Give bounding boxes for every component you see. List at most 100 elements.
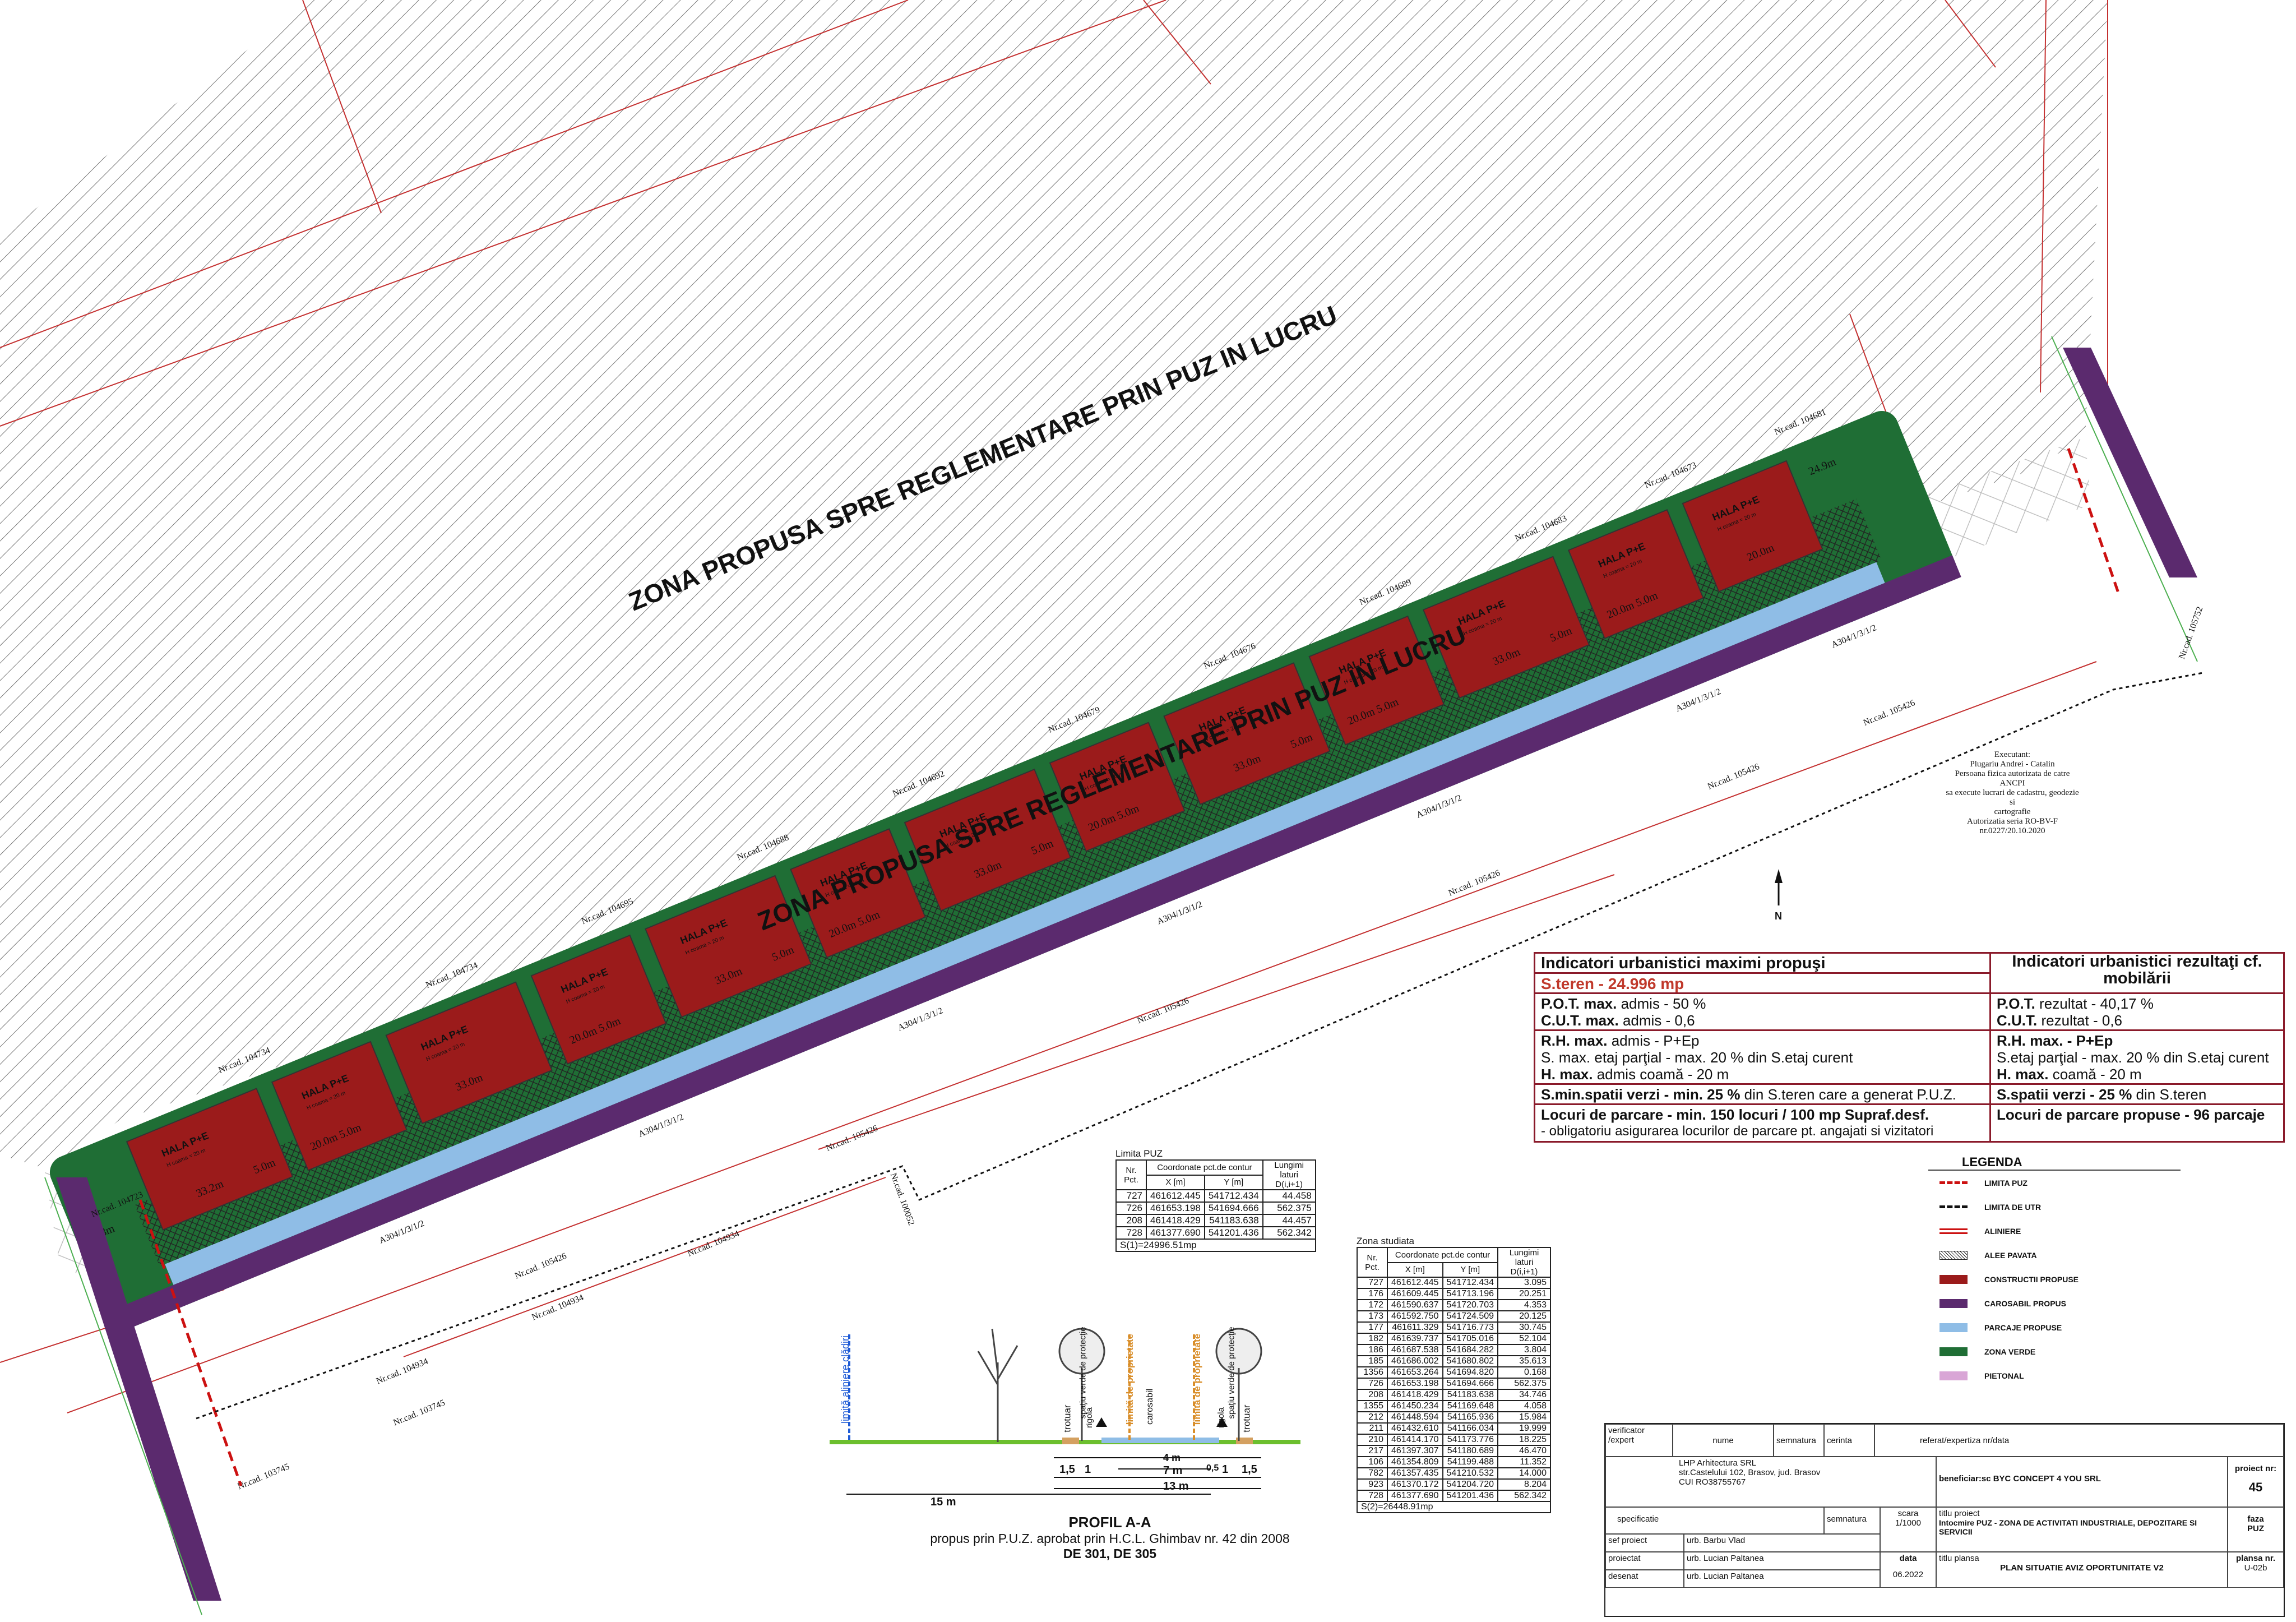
cell: 541169.648 [1442, 1400, 1499, 1412]
carosabil-swatch [1939, 1298, 1968, 1308]
cell: 461592.750 [1387, 1310, 1443, 1323]
cell: 541204.720 [1442, 1478, 1499, 1491]
tb-faza: faza PUZ [2228, 1507, 2284, 1552]
coord-table-zona: Nr. Pct. Coordonate pct.de contur Lungim… [1356, 1247, 1552, 1513]
cut-result-value: rezultat - 0,6 [2037, 1012, 2122, 1029]
verzi-result-label: S.spatii verzi - 25 % [1997, 1086, 2132, 1103]
surveyor-note: Executant: Plugariu Andrei - Catalin Per… [1945, 750, 2080, 836]
cell: 562.375 [1497, 1378, 1552, 1390]
cad-label: Nr.cad. 105426 [513, 1251, 568, 1281]
legend-label: CONSTRUCTII PROPUSE [1984, 1274, 2079, 1284]
limita-utr-swatch [1939, 1205, 1968, 1208]
col-len: Lungimi laturi D(i,i+1) [1262, 1159, 1316, 1190]
profile-trotuar-label: trotuar [1062, 1404, 1073, 1432]
cell: 186 [1357, 1344, 1388, 1356]
cell: 208 [1115, 1214, 1147, 1227]
setaj-row: S. max. etaj parţial - max. 20 % din S.e… [1541, 1049, 1853, 1066]
cell: 541694.666 [1442, 1378, 1499, 1390]
cell: 210 [1357, 1434, 1388, 1446]
note-line: sa execute lucrari de cadastru, geodezie… [1946, 788, 2079, 807]
profile-title: PROFIL A-A [1068, 1514, 1151, 1531]
cell: 461653.198 [1146, 1202, 1205, 1215]
h-value: admis coamă - 20 m [1593, 1066, 1729, 1083]
tb-proiect-nr-label: proiect nr: [2234, 1464, 2277, 1473]
dim-15m: 15 m [931, 1496, 956, 1508]
tb-semnatura: semnatura [1774, 1424, 1824, 1457]
pot-label: P.O.T. max. [1541, 995, 1617, 1012]
table-row: 727 461612.445 541712.434 3.095 [1357, 1277, 1552, 1289]
north-arrow: N [1775, 869, 1783, 922]
cell: 461612.445 [1387, 1277, 1443, 1289]
cell: 541705.016 [1442, 1333, 1499, 1345]
tb-titlu-proiect-value: Intocmire PUZ - ZONA DE ACTIVITATI INDUS… [1939, 1518, 2197, 1536]
limita-puz-table: Limita PUZ Nr. Pct. Coordonate pct.de co… [1115, 1148, 1316, 1252]
profile-rigola-label-right: rigola [1216, 1407, 1226, 1428]
rh-label: R.H. max. [1541, 1032, 1608, 1049]
cell: 461686.002 [1387, 1355, 1443, 1367]
tb-desenat: urb. Lucian Paltanea [1684, 1570, 1880, 1588]
tb-firm-cui: CUI RO38755767 [1679, 1477, 1746, 1487]
table-row: 1355 461450.234 541169.648 4.058 [1357, 1400, 1552, 1412]
area-cell: S(2)=26448.91mp [1356, 1501, 1552, 1513]
tree-icon [977, 1328, 1019, 1442]
cell: 461397.307 [1387, 1445, 1443, 1457]
dim-1-left: 1 [1085, 1463, 1091, 1476]
cell: 185 [1357, 1355, 1388, 1367]
tb-plansa: plansa nr. U-02b [2228, 1552, 2284, 1588]
cell: 541166.034 [1442, 1422, 1499, 1435]
cell: 541712.434 [1203, 1189, 1263, 1203]
cell: 461377.690 [1146, 1226, 1205, 1240]
col-len: Lungimi laturi D(i,i+1) [1497, 1247, 1552, 1278]
table-row: 217 461397.307 541180.689 46.470 [1357, 1445, 1552, 1457]
cell: 211 [1357, 1422, 1388, 1435]
cell: 541183.638 [1442, 1389, 1499, 1401]
tb-desenat-label: desenat [1605, 1570, 1684, 1588]
tb-data: data 06.2022 [1880, 1552, 1936, 1588]
note-line: nr.0227/20.10.2020 [1979, 826, 2045, 835]
table-row: 173 461592.750 541724.509 20.125 [1357, 1310, 1552, 1323]
tb-specificatie: specificatie [1605, 1507, 1824, 1534]
cell: 541201.436 [1203, 1226, 1263, 1240]
cell: 18.225 [1497, 1434, 1552, 1446]
cell: 46.470 [1497, 1445, 1552, 1457]
rh-result-label: R.H. max. - P+Ep [1997, 1032, 2113, 1049]
cell: 3.095 [1497, 1277, 1552, 1289]
dim-0-5: 0,5 [1206, 1463, 1219, 1473]
cad-label: Nr.cad. 105426 [1136, 996, 1190, 1025]
tb-faza-label: faza [2247, 1514, 2264, 1524]
cell: 461450.234 [1387, 1400, 1443, 1412]
col-nr: Nr. Pct. [1357, 1247, 1388, 1278]
cell: 461590.637 [1387, 1299, 1443, 1311]
note-line: Executant: [1994, 750, 2031, 759]
cell: 8.204 [1497, 1478, 1552, 1491]
tb-data-value: 06.2022 [1892, 1570, 1924, 1579]
table-row: 208 461418.429 541183.638 34.746 [1357, 1389, 1552, 1401]
table-row: 726 461653.198 541694.666 562.375 [1357, 1378, 1552, 1390]
cut-row: C.U.T. max. admis - 0,6 [1541, 1012, 1984, 1029]
col-y: Y [m] [1203, 1174, 1263, 1190]
table-row: 208 461418.429 541183.638 44.457 [1115, 1214, 1316, 1227]
cell: 541724.509 [1442, 1310, 1499, 1323]
tb-scara-value: 1/1000 [1895, 1518, 1921, 1528]
cell: 923 [1357, 1478, 1388, 1491]
legend-item: ZONA VERDE [1928, 1339, 2181, 1364]
h-result-value: coamă - 20 m [2048, 1066, 2142, 1083]
cut-value: admis - 0,6 [1618, 1012, 1695, 1029]
cell: 541694.666 [1203, 1202, 1263, 1215]
cell: 541716.773 [1442, 1321, 1499, 1334]
cell: 461418.429 [1146, 1214, 1205, 1227]
cad-label: Nr.cad. 104934 [686, 1229, 740, 1259]
legend-item: ALEE PAVATA [1928, 1243, 2181, 1267]
tb-scara: scara 1/1000 [1880, 1507, 1936, 1552]
cell: 461432.610 [1387, 1422, 1443, 1435]
cell: 782 [1357, 1467, 1388, 1480]
cell: 461418.429 [1387, 1389, 1443, 1401]
table-row: 185 461686.002 541680.802 35.613 [1357, 1355, 1552, 1367]
cell: 541713.196 [1442, 1288, 1499, 1300]
cell: 30.745 [1497, 1321, 1552, 1334]
cell: 726 [1357, 1378, 1388, 1390]
cad-label: Nr.cad. 104934 [530, 1293, 585, 1323]
legend-item: LIMITA DE UTR [1928, 1195, 2181, 1219]
tb-firm-name: LHP Arhitectura SRL [1679, 1458, 1757, 1468]
table-row: 727 461612.445 541712.434 44.458 [1115, 1189, 1316, 1203]
